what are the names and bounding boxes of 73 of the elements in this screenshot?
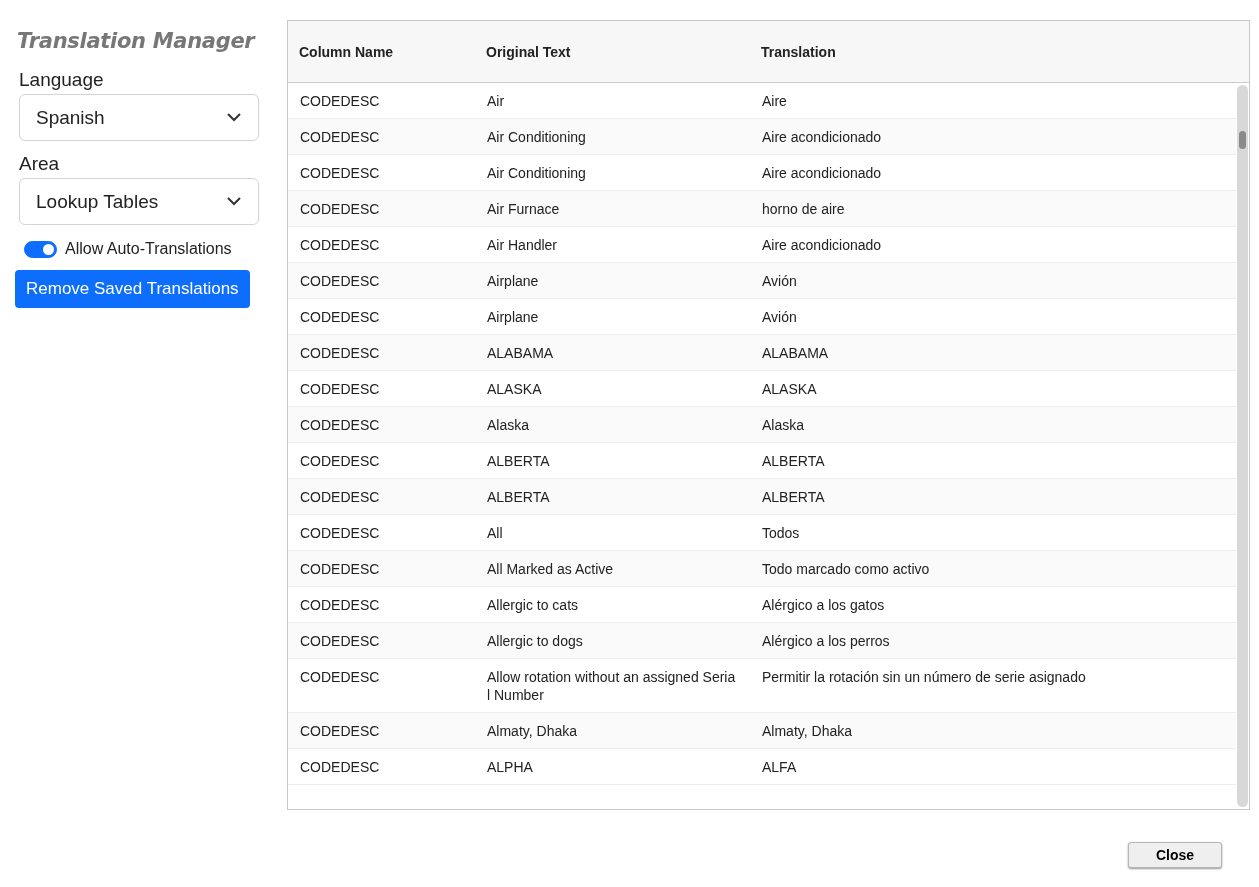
table-cell-text: CODEDESC — [299, 488, 381, 507]
toggle-switch[interactable] — [24, 240, 57, 258]
table-cell-text: CODEDESC — [299, 722, 381, 741]
table-cell-text: CODEDESC — [299, 308, 381, 327]
table-cell-text: ALASKA — [486, 380, 543, 399]
app-title: Translation Manager — [17, 29, 255, 53]
table-cell-text: CODEDESC — [299, 92, 381, 111]
table-cell-text: CODEDESC — [299, 596, 381, 615]
table-cell-text: CODEDESC — [299, 344, 381, 363]
scrollbar[interactable] — [1237, 85, 1248, 807]
table-cell-text: Air Conditioning — [486, 164, 587, 183]
table-cell-text: Todo marcado como activo — [761, 560, 931, 579]
table-cell-text: Air Furnace — [486, 200, 561, 219]
table-cell-text: Air Conditioning — [486, 128, 587, 147]
table-cell-text: CODEDESC — [299, 524, 381, 543]
remove-button[interactable]: Remove Saved Translations — [15, 270, 250, 308]
table-cell-text: Aire acondicionado — [761, 164, 883, 183]
table-cell-text: Allergic to cats — [486, 596, 580, 615]
table-cell-text: Aire acondicionado — [761, 128, 883, 147]
table-cell-text: ALBERTA — [486, 488, 551, 507]
table-cell-text: ALASKA — [761, 380, 818, 399]
table-cell-text: Alérgico a los perros — [761, 632, 891, 651]
toggle-label: Allow Auto-Translations — [65, 240, 232, 258]
table-cell-text: ALBERTA — [761, 488, 826, 507]
table-cell-text: CODEDESC — [299, 452, 381, 471]
table-cell-text: CODEDESC — [299, 380, 381, 399]
column-header[interactable]: Translation — [750, 43, 1249, 60]
table-cell-text: Almaty, Dhaka — [486, 722, 578, 741]
table-cell-text: Alérgico a los gatos — [761, 596, 886, 615]
close-button[interactable]: Close — [1128, 842, 1222, 868]
column-header[interactable]: Column Name — [288, 43, 475, 60]
table-cell-text: CODEDESC — [299, 758, 381, 777]
table-cell-text: Allergic to dogs — [486, 632, 584, 651]
table-cell-text: Airplane — [486, 308, 540, 327]
table-cell-text: ALBERTA — [761, 452, 826, 471]
table-cell-text: CODEDESC — [299, 164, 381, 183]
table-cell-text: Air — [486, 92, 506, 111]
table-cell-text: ALABAMA — [486, 344, 555, 363]
table-cell-text: Air Handler — [486, 236, 559, 255]
table-cell-text: Todos — [761, 524, 801, 543]
area-dropdown[interactable]: Lookup Tables — [19, 178, 259, 225]
table-cell-text: ALABAMA — [761, 344, 830, 363]
table-cell-text: All Marked as Active — [486, 560, 615, 579]
table-cell-text: CODEDESC — [299, 416, 381, 435]
language-dropdown[interactable]: Spanish — [19, 94, 259, 141]
table-cell-text: Avión — [761, 308, 798, 327]
table-cell-text: Permitir la rotación sin un número de serie asignado — [761, 668, 1087, 687]
field-label: Area — [19, 153, 60, 175]
table-cell-text: Allow rotation without an assigned Serial Number — [486, 668, 737, 705]
chevron-down-icon — [227, 197, 241, 206]
chevron-down-icon — [227, 113, 241, 122]
scrollbar-thumb[interactable] — [1239, 131, 1246, 149]
table-cell-text: Alaska — [761, 416, 806, 435]
table-cell-text: CODEDESC — [299, 236, 381, 255]
field-label: Language — [19, 69, 104, 91]
table-cell-text: CODEDESC — [299, 560, 381, 579]
table-cell-text: All — [486, 524, 504, 543]
table-cell-text: horno de aire — [761, 200, 846, 219]
table-cell-text: CODEDESC — [299, 128, 381, 147]
table-cell-text: Almaty, Dhaka — [761, 722, 853, 741]
table-cell-text: CODEDESC — [299, 272, 381, 291]
table-cell-text: CODEDESC — [299, 668, 381, 687]
column-header[interactable]: Original Text — [475, 43, 750, 60]
table-cell-text: ALFA — [761, 758, 798, 777]
table-cell-text: ALPHA — [486, 758, 534, 777]
table-cell-text: CODEDESC — [299, 200, 381, 219]
table-cell-text: Aire — [761, 92, 788, 111]
table-cell-text: Avión — [761, 272, 798, 291]
table-cell-text: CODEDESC — [299, 632, 381, 651]
table-cell-text: Alaska — [486, 416, 531, 435]
table-cell-text: Aire acondicionado — [761, 236, 883, 255]
table-cell-text: ALBERTA — [486, 452, 551, 471]
table-cell-text: Airplane — [486, 272, 540, 291]
